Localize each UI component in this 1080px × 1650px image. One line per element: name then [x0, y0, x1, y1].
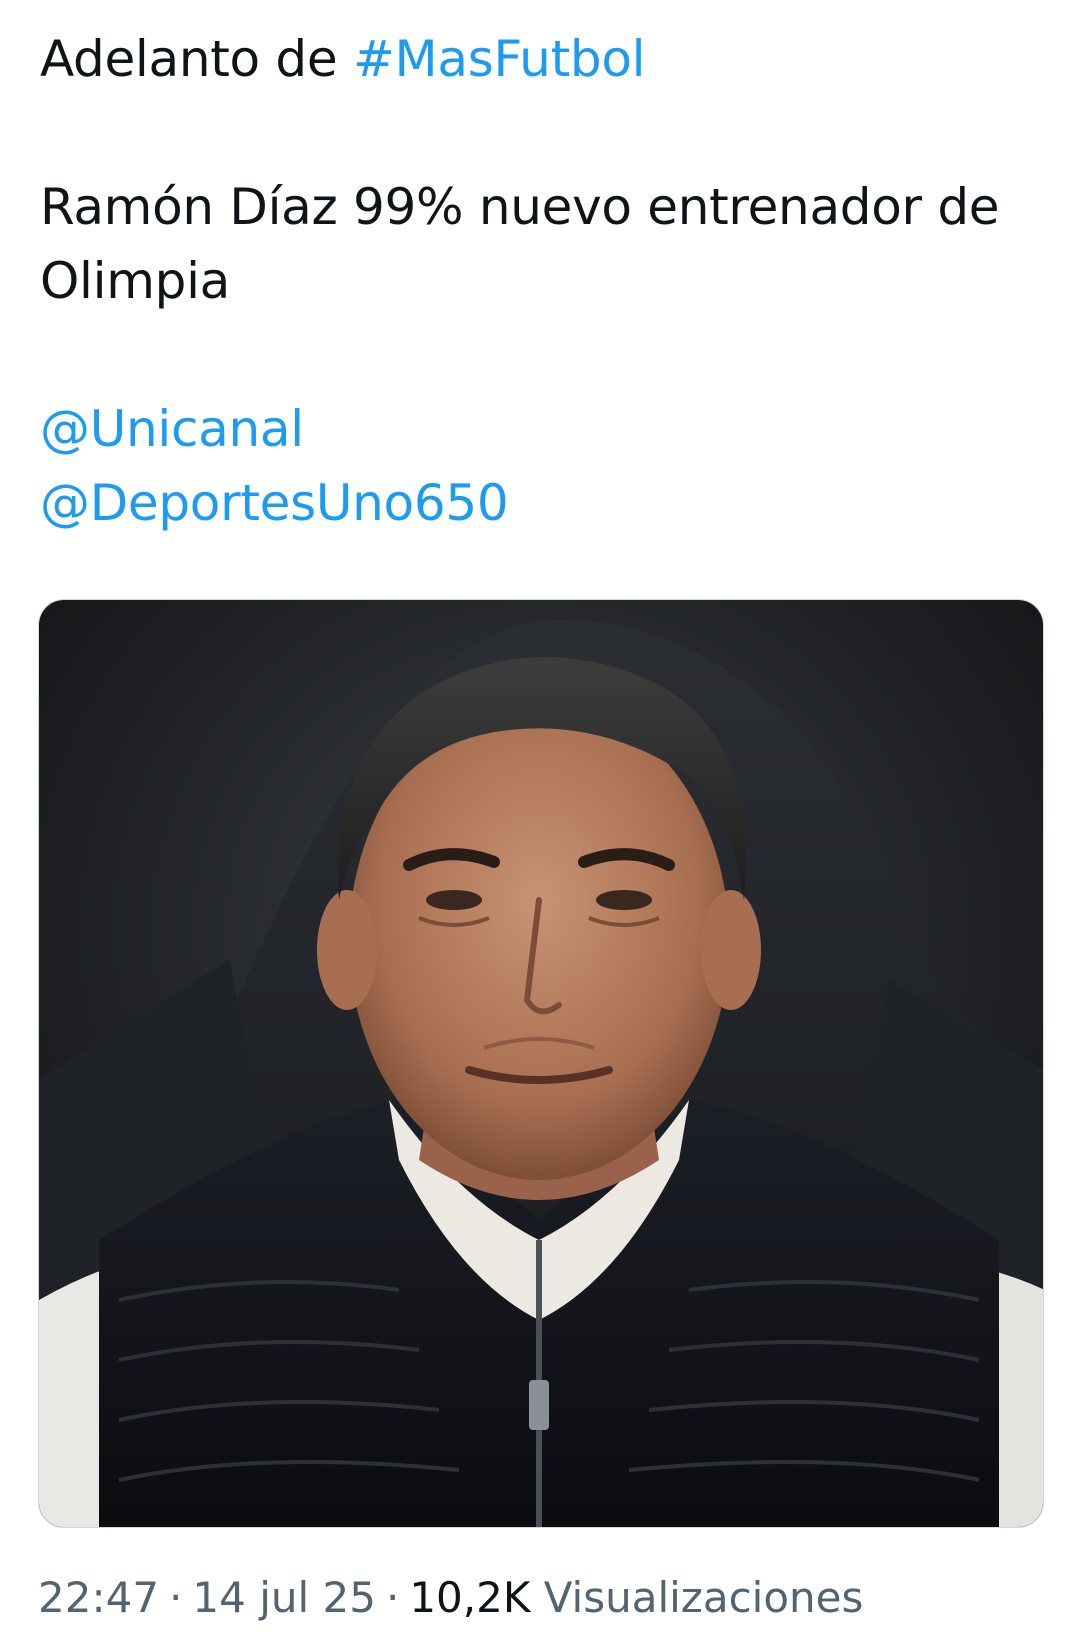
tweet-text: Adelanto de #MasFutbol Ramón Díaz 99% nu…: [40, 22, 1050, 540]
tweet-line-3: Olimpia: [40, 252, 231, 310]
separator-dot: ·: [169, 1573, 183, 1622]
coach-portrait-illustration: [39, 600, 1043, 1527]
mention-link-unicanal[interactable]: @Unicanal: [40, 392, 1050, 466]
tweet-date[interactable]: 14 jul 25: [192, 1573, 376, 1622]
hashtag-link[interactable]: #MasFutbol: [353, 30, 646, 88]
tweet-line-2: Ramón Díaz 99% nuevo entrenador de: [40, 178, 1000, 236]
tweet-time[interactable]: 22:47: [38, 1573, 159, 1622]
views-count[interactable]: 10,2K: [409, 1573, 530, 1622]
tweet-line-1: Adelanto de #MasFutbol: [40, 22, 1050, 96]
tweet-photo[interactable]: [38, 599, 1044, 1528]
tweet-prefix: Adelanto de: [40, 30, 353, 88]
separator-dot: ·: [385, 1573, 400, 1622]
tweet-meta: 22:47 · 14 jul 25 · 10,2K Visualizaciones: [38, 1570, 863, 1626]
mention-link-deportesuno650[interactable]: @DeportesUno650: [40, 466, 1050, 540]
views-label[interactable]: Visualizaciones: [544, 1573, 864, 1622]
